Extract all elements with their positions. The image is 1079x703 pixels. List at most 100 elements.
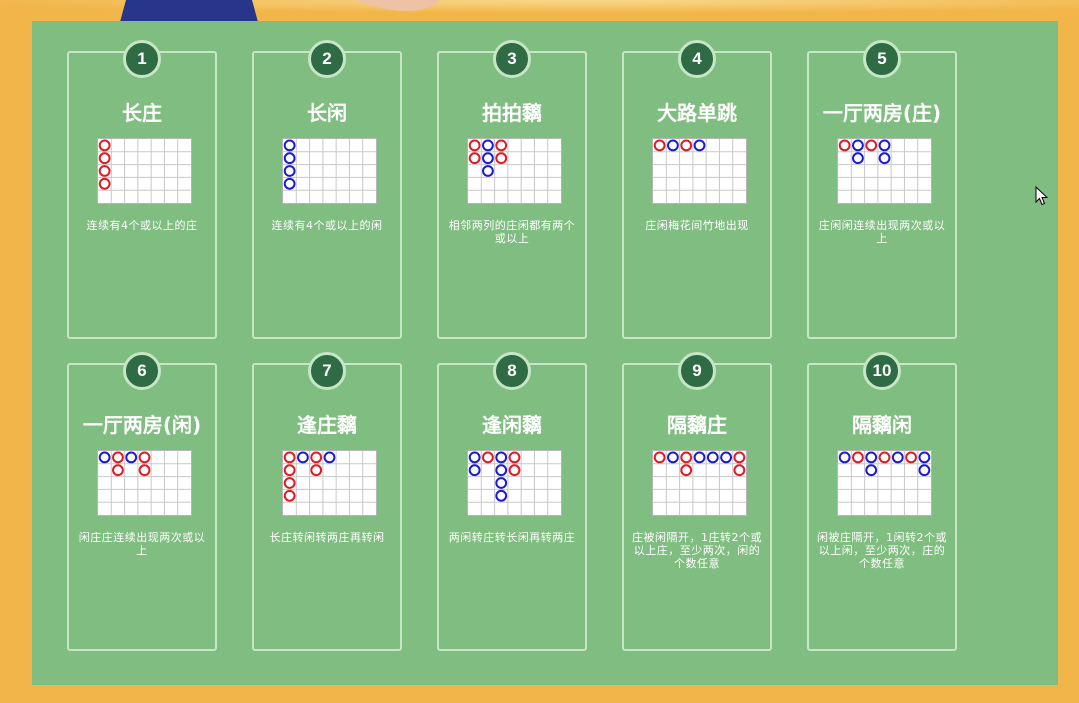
banker-bead [680, 464, 693, 477]
player-bead [482, 139, 494, 152]
pattern-description: 庄闲闲连续出现两次或以上 [818, 219, 946, 245]
pattern-card[interactable]: 5 一厅两房(庄) 庄闲闲连续出现两次或以上 [807, 40, 957, 339]
player-bead [482, 152, 494, 165]
player-bead [852, 139, 864, 152]
player-bead [720, 451, 732, 464]
bead-road-grid [837, 138, 932, 204]
pattern-number-badge: 9 [678, 352, 716, 390]
banker-bead [852, 451, 864, 464]
player-bead [283, 177, 296, 190]
pattern-number-badge: 1 [123, 40, 161, 78]
player-bead [468, 451, 481, 464]
banker-bead [878, 451, 891, 464]
bead-road-grid [652, 138, 747, 204]
mouse-cursor-icon [1035, 186, 1049, 206]
bead-road-grid [652, 450, 747, 516]
banker-bead [495, 152, 508, 165]
bead-road-grid [467, 138, 562, 204]
bead-road-grid [467, 450, 562, 516]
bead-road-grid [97, 138, 192, 204]
banker-bead [733, 451, 746, 464]
banker-bead [680, 451, 693, 464]
banker-bead [508, 451, 521, 464]
pattern-description: 两闲转庄转长闲再转两庄 [448, 531, 576, 544]
player-bead [667, 139, 679, 152]
banker-bead [310, 464, 323, 477]
pattern-title: 逢庄黐 [297, 413, 357, 437]
player-bead [283, 139, 296, 152]
player-bead [852, 152, 864, 165]
pattern-description: 闲庄庄连续出现两次或以上 [78, 531, 206, 557]
pattern-number-badge: 10 [863, 352, 901, 390]
pattern-title: 隔黐庄 [667, 413, 727, 437]
pattern-description: 连续有4个或以上的闲 [271, 219, 383, 232]
player-bead [283, 152, 296, 165]
player-bead [495, 464, 508, 477]
banker-bead [653, 139, 666, 152]
pattern-number-badge: 5 [863, 40, 901, 78]
player-bead [838, 451, 851, 464]
banker-bead [283, 464, 296, 477]
player-bead [495, 477, 508, 489]
banker-bead [112, 464, 124, 477]
pattern-description: 长庄转闲转两庄再转闲 [269, 531, 385, 544]
player-bead [98, 451, 111, 464]
player-bead [482, 165, 494, 177]
pattern-title: 长庄 [122, 101, 162, 125]
pattern-board: 1 长庄 连续有4个或以上的庄 2 长闲 连续有4个或以上的闲 3 拍拍黐 相邻两列的庄闲都有两… [32, 21, 1058, 685]
banker-bead [733, 464, 746, 477]
player-bead [667, 451, 679, 464]
player-bead [878, 139, 891, 152]
banker-bead [283, 477, 296, 489]
pattern-card[interactable]: 4 大路单跳 庄闲梅花间竹地出现 [622, 40, 772, 339]
banker-bead [98, 177, 111, 190]
banker-bead [653, 451, 666, 464]
pattern-card[interactable]: 1 长庄连续有4个或以上的庄 [67, 40, 217, 339]
banker-bead [838, 139, 851, 152]
presenter-figure [120, 0, 258, 22]
pattern-title: 一厅两房(闲) [82, 413, 202, 437]
banker-bead [865, 139, 878, 152]
bead-road-grid [282, 450, 377, 516]
pattern-number-badge: 4 [678, 40, 716, 78]
player-bead [283, 165, 296, 177]
banker-bead [98, 165, 111, 177]
banker-bead [112, 451, 124, 464]
player-bead [297, 451, 309, 464]
player-bead [468, 464, 481, 477]
pattern-card[interactable]: 7 逢庄黐 长庄转闲转两庄再转闲 [252, 352, 402, 651]
player-bead [495, 489, 508, 502]
pattern-title: 长闲 [307, 101, 347, 125]
banker-bead [482, 451, 494, 464]
pattern-card[interactable]: 8 逢闲黐两闲转庄转长闲再转两庄 [437, 352, 587, 651]
pattern-number-badge: 2 [308, 40, 346, 78]
banker-bead [98, 152, 111, 165]
banker-bead [468, 152, 481, 165]
banker-bead [508, 464, 521, 477]
pattern-title: 拍拍黐 [482, 101, 542, 125]
pattern-description: 庄闲梅花间竹地出现 [645, 219, 749, 232]
pattern-title: 一厅两房(庄) [822, 101, 942, 125]
banker-bead [138, 464, 151, 477]
banker-bead [680, 139, 693, 152]
pattern-card[interactable]: 9 隔黐庄 庄被闲隔开，1庄转2个或以上庄，至少两次，闲的个数任意 [622, 352, 772, 651]
pattern-card[interactable]: 6 一厅两房(闲) 闲庄庄连续出现两次或以上 [67, 352, 217, 651]
player-bead [865, 464, 878, 477]
bead-road-grid [282, 138, 377, 204]
banker-bead [138, 451, 151, 464]
bead-road-grid [97, 450, 192, 516]
banker-bead [495, 139, 508, 152]
pattern-description: 闲被庄隔开，1闲转2个或以上闲，至少两次，庄的个数任意 [817, 531, 947, 570]
player-bead [865, 451, 878, 464]
bead-road-grid [837, 450, 932, 516]
pattern-number-badge: 8 [493, 352, 531, 390]
pattern-card[interactable]: 10 隔黐闲 闲被庄隔开，1闲转2个或以上闲，至少两次，庄的个数任意 [807, 352, 957, 651]
pattern-card[interactable]: 2 长闲连续有4个或以上的闲 [252, 40, 402, 339]
pattern-number-badge: 3 [493, 40, 531, 78]
pattern-title: 逢闲黐 [482, 413, 542, 437]
pattern-description: 连续有4个或以上的庄 [86, 219, 198, 232]
pattern-card[interactable]: 3 拍拍黐 相邻两列的庄闲都有两个或以上 [437, 40, 587, 339]
banker-bead [310, 451, 323, 464]
player-bead [323, 451, 336, 464]
player-bead [495, 451, 508, 464]
